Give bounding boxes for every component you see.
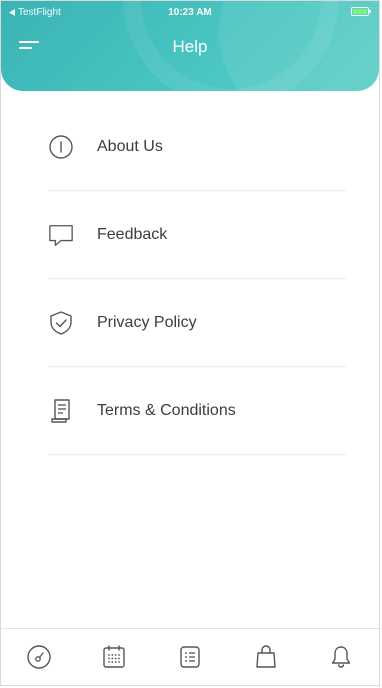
info-circle-icon xyxy=(48,134,74,160)
help-item-label: Feedback xyxy=(97,226,168,243)
help-item-label: About Us xyxy=(97,138,163,155)
bottom-tab-bar xyxy=(1,628,379,685)
tab-notifications[interactable] xyxy=(321,637,361,677)
back-to-app-link[interactable]: TestFlight xyxy=(9,7,61,18)
help-item-label: Terms & Conditions xyxy=(97,402,236,419)
page-title: Help xyxy=(172,37,208,56)
back-arrow-icon xyxy=(9,8,15,16)
chat-bubble-icon xyxy=(48,222,74,248)
bell-icon xyxy=(328,644,354,670)
nav-bar: Help xyxy=(1,23,379,73)
help-item-feedback[interactable]: Feedback xyxy=(1,191,379,279)
checklist-icon xyxy=(177,644,203,670)
help-list: About Us Feedback Privacy Policy Terms &… xyxy=(1,103,379,455)
help-item-about-us[interactable]: About Us xyxy=(1,103,379,191)
tab-calendar[interactable] xyxy=(94,637,134,677)
status-bar: TestFlight 10:23 AM xyxy=(1,1,379,23)
shield-check-icon xyxy=(48,310,74,336)
help-item-label: Privacy Policy xyxy=(97,314,197,331)
shopping-bag-icon xyxy=(253,644,279,670)
header: TestFlight 10:23 AM Help xyxy=(1,1,379,91)
tab-dashboard[interactable] xyxy=(19,637,59,677)
calendar-icon xyxy=(101,644,127,670)
tab-checklist[interactable] xyxy=(170,637,210,677)
back-app-label: TestFlight xyxy=(18,6,61,18)
divider xyxy=(48,454,346,455)
speedometer-icon xyxy=(26,644,52,670)
help-item-terms-conditions[interactable]: Terms & Conditions xyxy=(1,367,379,455)
battery-icon xyxy=(351,7,371,16)
help-item-privacy-policy[interactable]: Privacy Policy xyxy=(1,279,379,367)
app-screen: TestFlight 10:23 AM Help About Us Feedba… xyxy=(0,0,380,686)
tab-shop[interactable] xyxy=(246,637,286,677)
document-scroll-icon xyxy=(48,398,74,424)
